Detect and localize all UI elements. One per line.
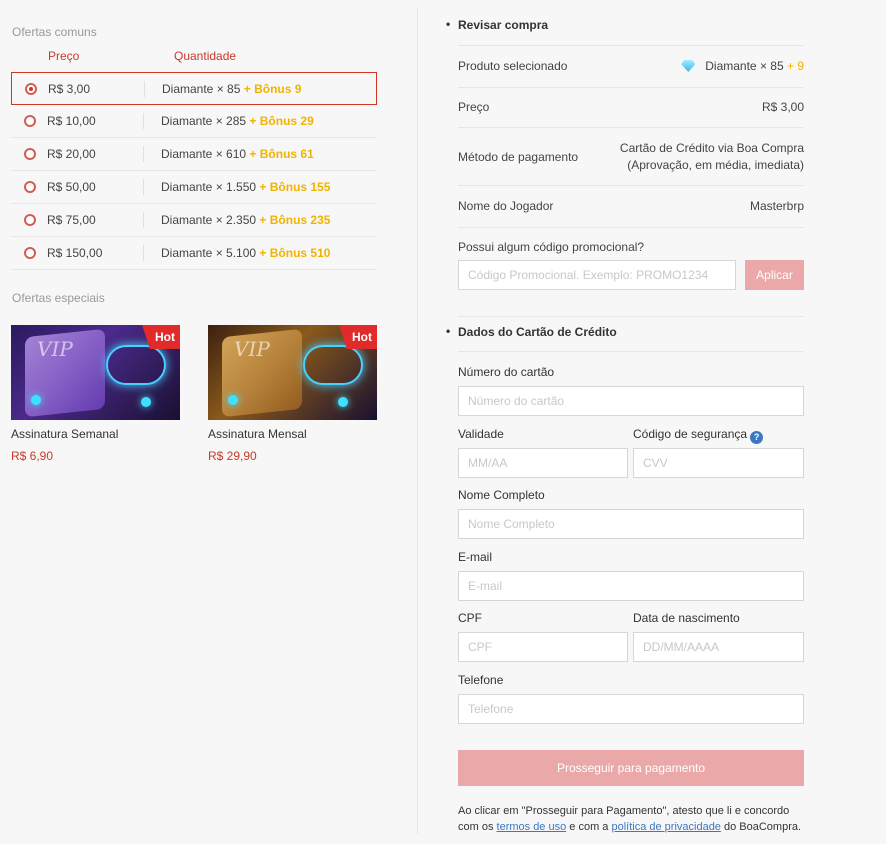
player-value: Masterbrp [749, 199, 804, 213]
offer-bonus: + Bônus 29 [249, 114, 314, 128]
expiry-label: Validade [458, 427, 504, 441]
product-bonus: + 9 [786, 59, 804, 73]
offer-bonus: + Bônus 510 [259, 246, 331, 260]
offer-quantity: Diamante × 285 + Bônus 29 [161, 114, 314, 128]
birthdate-label: Data de nascimento [633, 611, 740, 625]
review-player-row: Nome do Jogador Masterbrp [458, 185, 804, 227]
cvv-label: Código de segurança? [633, 427, 764, 444]
full-name-label: Nome Completo [458, 488, 545, 502]
divider [143, 179, 144, 195]
product-value: Diamante × 85 + 9 [681, 59, 804, 73]
apply-promo-button[interactable]: Aplicar [745, 260, 804, 290]
offer-row[interactable]: R$ 10,00 Diamante × 285 + Bônus 29 [11, 105, 377, 138]
cvv-input[interactable]: CVV [633, 448, 804, 478]
common-offers-title: Ofertas comuns [12, 25, 97, 39]
price-value: R$ 3,00 [761, 100, 804, 114]
radio-icon[interactable] [24, 181, 36, 193]
offer-quantity: Diamante × 5.100 + Bônus 510 [161, 246, 331, 260]
email-label: E-mail [458, 550, 493, 564]
offer-price: R$ 150,00 [47, 246, 103, 260]
method-value: Cartão de Crédito via Boa Compra (Aprovaç… [619, 141, 804, 172]
radio-icon[interactable] [24, 247, 36, 259]
review-title: Revisar compra [446, 17, 548, 32]
cpf-input[interactable]: CPF [458, 632, 628, 662]
birthdate-input[interactable]: DD/MM/AAAA [633, 632, 804, 662]
radio-icon[interactable] [24, 148, 36, 160]
divider [143, 146, 144, 162]
offer-quantity: Diamante × 610 + Bônus 61 [161, 147, 314, 161]
special-offer-card-monthly[interactable]: VIP Hot Assinatura Mensal R$ 29,90 [208, 325, 377, 463]
proceed-to-payment-button[interactable]: Prosseguir para pagamento [458, 750, 804, 786]
offer-row[interactable]: R$ 150,00 Diamante × 5.100 + Bônus 510 [11, 237, 377, 270]
quantity-column-header: Quantidade [174, 49, 237, 63]
product-label: Produto selecionado [458, 59, 568, 73]
card-name: Assinatura Semanal [11, 427, 119, 441]
vip-card-image[interactable]: VIP Hot [11, 325, 180, 420]
terms-of-use-link[interactable]: termos de uso [497, 821, 567, 833]
offer-price: R$ 50,00 [47, 180, 96, 194]
card-number-input[interactable]: Número do cartão [458, 386, 804, 416]
phone-input[interactable]: Telefone [458, 694, 804, 724]
vip-image-text: VIP [234, 337, 270, 361]
phone-label: Telefone [458, 673, 504, 687]
email-input[interactable]: E-mail [458, 571, 804, 601]
section-divider [458, 351, 804, 352]
card-price: R$ 29,90 [208, 449, 257, 463]
offer-bonus: + Bônus 61 [249, 147, 314, 161]
offer-row[interactable]: R$ 3,00 Diamante × 85 + Bônus 9 [11, 72, 377, 105]
divider [143, 113, 144, 129]
vip-card-image[interactable]: VIP Hot [208, 325, 377, 420]
price-column-header: Preço [48, 49, 80, 63]
terms-notice: Ao clicar em "Prosseguir para Pagamento"… [458, 805, 802, 833]
card-price: R$ 6,90 [11, 449, 54, 463]
divider [143, 245, 144, 261]
info-icon[interactable]: ? [750, 431, 764, 444]
price-label: Preço [458, 100, 490, 114]
offer-row[interactable]: R$ 20,00 Diamante × 610 + Bônus 61 [11, 138, 377, 171]
radio-icon[interactable] [24, 214, 36, 226]
offer-price: R$ 10,00 [47, 114, 96, 128]
offer-bonus: + Bônus 9 [243, 82, 302, 96]
offer-price: R$ 75,00 [47, 213, 96, 227]
offer-price: R$ 20,00 [47, 147, 96, 161]
diamond-icon [681, 60, 696, 72]
review-product-row: Produto selecionado Diamante × 85 + 9 [458, 45, 804, 87]
offers-panel: Ofertas comuns Preço Quantidade R$ 3,00 … [0, 0, 417, 844]
review-method-row: Método de pagamento Cartão de Crédito vi… [458, 127, 804, 185]
offer-row[interactable]: R$ 75,00 Diamante × 2.350 + Bônus 235 [11, 204, 377, 237]
player-label: Nome do Jogador [458, 199, 554, 213]
offer-price: R$ 3,00 [48, 82, 91, 96]
radio-selected-icon[interactable] [25, 83, 37, 95]
card-name: Assinatura Mensal [208, 427, 307, 441]
offer-bonus: + Bônus 235 [259, 213, 331, 227]
special-offer-card-weekly[interactable]: VIP Hot Assinatura Semanal R$ 6,90 [11, 325, 180, 463]
cpf-label: CPF [458, 611, 482, 625]
radio-icon[interactable] [24, 115, 36, 127]
privacy-policy-link[interactable]: política de privacidade [611, 821, 720, 833]
offer-quantity: Diamante × 2.350 + Bônus 235 [161, 213, 331, 227]
section-divider [458, 316, 804, 317]
promo-question: Possui algum código promocional? [458, 240, 645, 254]
offer-quantity: Diamante × 1.550 + Bônus 155 [161, 180, 331, 194]
card-number-label: Número do cartão [458, 365, 555, 379]
method-label: Método de pagamento [458, 150, 579, 164]
divider [143, 212, 144, 228]
special-offers-title: Ofertas especiais [12, 291, 105, 305]
card-form-title: Dados do Cartão de Crédito [446, 324, 617, 339]
panel-divider [417, 8, 418, 834]
review-price-row: Preço R$ 3,00 [458, 87, 804, 127]
promo-code-input[interactable]: Código Promocional. Exemplo: PROMO1234 [458, 260, 736, 290]
divider [144, 81, 145, 97]
offer-bonus: + Bônus 155 [259, 180, 331, 194]
vip-image-text: VIP [37, 337, 73, 361]
full-name-input[interactable]: Nome Completo [458, 509, 804, 539]
offer-row[interactable]: R$ 50,00 Diamante × 1.550 + Bônus 155 [11, 171, 377, 204]
expiry-input[interactable]: MM/AA [458, 448, 628, 478]
offer-quantity: Diamante × 85 + Bônus 9 [162, 82, 302, 96]
